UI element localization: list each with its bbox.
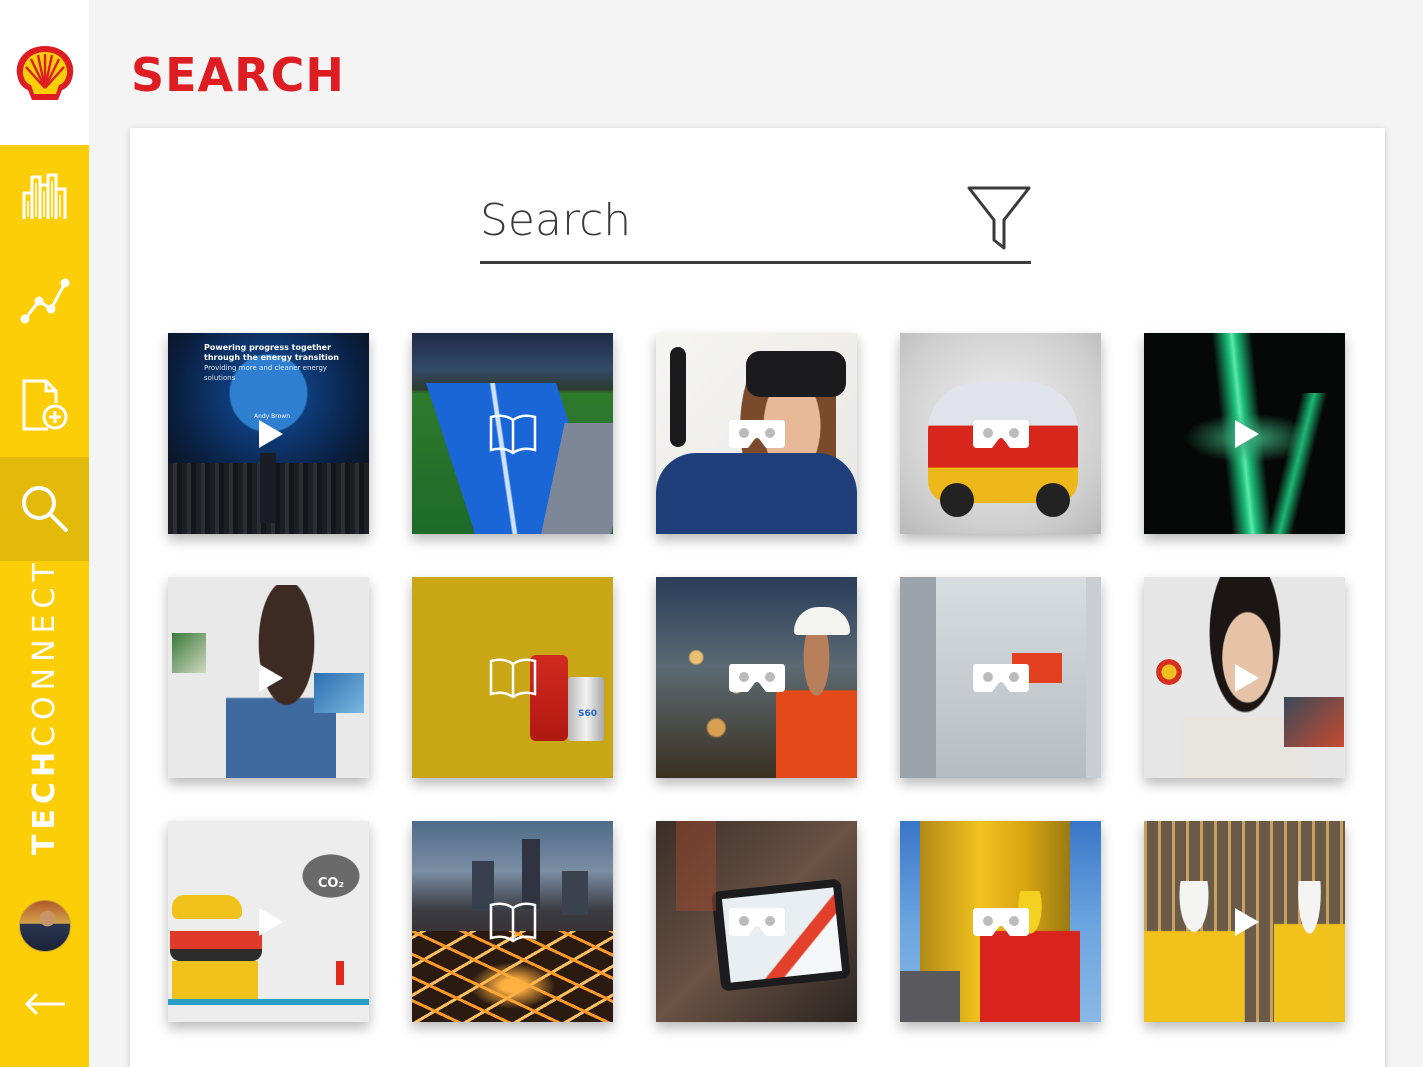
result-tile[interactable] (168, 577, 369, 778)
play-icon (253, 662, 285, 694)
result-tile[interactable]: S60 (412, 577, 613, 778)
results-card: Powering progress together through the e… (130, 128, 1385, 1067)
search-bar (480, 180, 1031, 264)
vr-headset-icon (972, 662, 1030, 694)
sidebar-item-add-document[interactable] (0, 353, 89, 457)
result-tile[interactable] (1144, 821, 1345, 1022)
search-icon (21, 486, 68, 532)
vr-headset-icon (728, 662, 786, 694)
result-tile[interactable] (900, 821, 1101, 1022)
result-tile[interactable] (656, 333, 857, 534)
result-tile[interactable] (656, 577, 857, 778)
brand-bold: TECH (27, 746, 62, 855)
play-icon (1229, 418, 1261, 450)
vr-headset-icon (972, 418, 1030, 450)
book-icon (488, 900, 538, 944)
city-bars-icon (22, 173, 66, 219)
arrow-left-icon (24, 992, 65, 1016)
play-icon (1229, 906, 1261, 938)
book-icon (488, 656, 538, 700)
result-tile[interactable] (1144, 333, 1345, 534)
vr-headset-icon (728, 418, 786, 450)
result-tile[interactable]: Powering progress together through the e… (168, 333, 369, 534)
sidebar-item-dashboard[interactable] (0, 145, 89, 249)
search-input[interactable] (480, 190, 950, 250)
product-label: S60 (578, 709, 598, 719)
vr-headset-icon (972, 906, 1030, 938)
vr-headset-icon (728, 906, 786, 938)
result-tile[interactable] (1144, 577, 1345, 778)
result-tile[interactable] (900, 577, 1101, 778)
add-document-icon (22, 379, 67, 431)
avatar[interactable] (19, 900, 71, 952)
result-tile[interactable] (656, 821, 857, 1022)
brand-wordmark: TECHCONNECT (27, 557, 62, 855)
brand-light: CONNECT (27, 557, 62, 747)
tile-title: Powering progress together through the e… (204, 343, 354, 383)
sidebar: TECHCONNECT (0, 0, 89, 1067)
back-button[interactable] (20, 986, 70, 1022)
result-tile[interactable]: CO₂ (168, 821, 369, 1022)
sidebar-item-search[interactable] (0, 457, 89, 561)
shell-logo-icon (16, 45, 73, 100)
page-title: SEARCH (131, 48, 345, 102)
filter-button[interactable] (966, 184, 1032, 252)
shell-logo (0, 0, 89, 145)
play-icon (253, 418, 285, 450)
result-tile[interactable] (412, 333, 613, 534)
book-icon (488, 412, 538, 456)
line-chart-icon (20, 278, 69, 324)
sidebar-item-analytics[interactable] (0, 249, 89, 353)
tile-subtitle: Providing more and cleaner energy soluti… (204, 364, 328, 382)
result-tile[interactable] (900, 333, 1101, 534)
co2-label: CO₂ (317, 875, 345, 891)
filter-icon (967, 186, 1031, 250)
play-icon (1229, 662, 1261, 694)
result-tile[interactable] (412, 821, 613, 1022)
tile-title-text: Powering progress together through the e… (204, 343, 339, 362)
play-icon (253, 906, 285, 938)
